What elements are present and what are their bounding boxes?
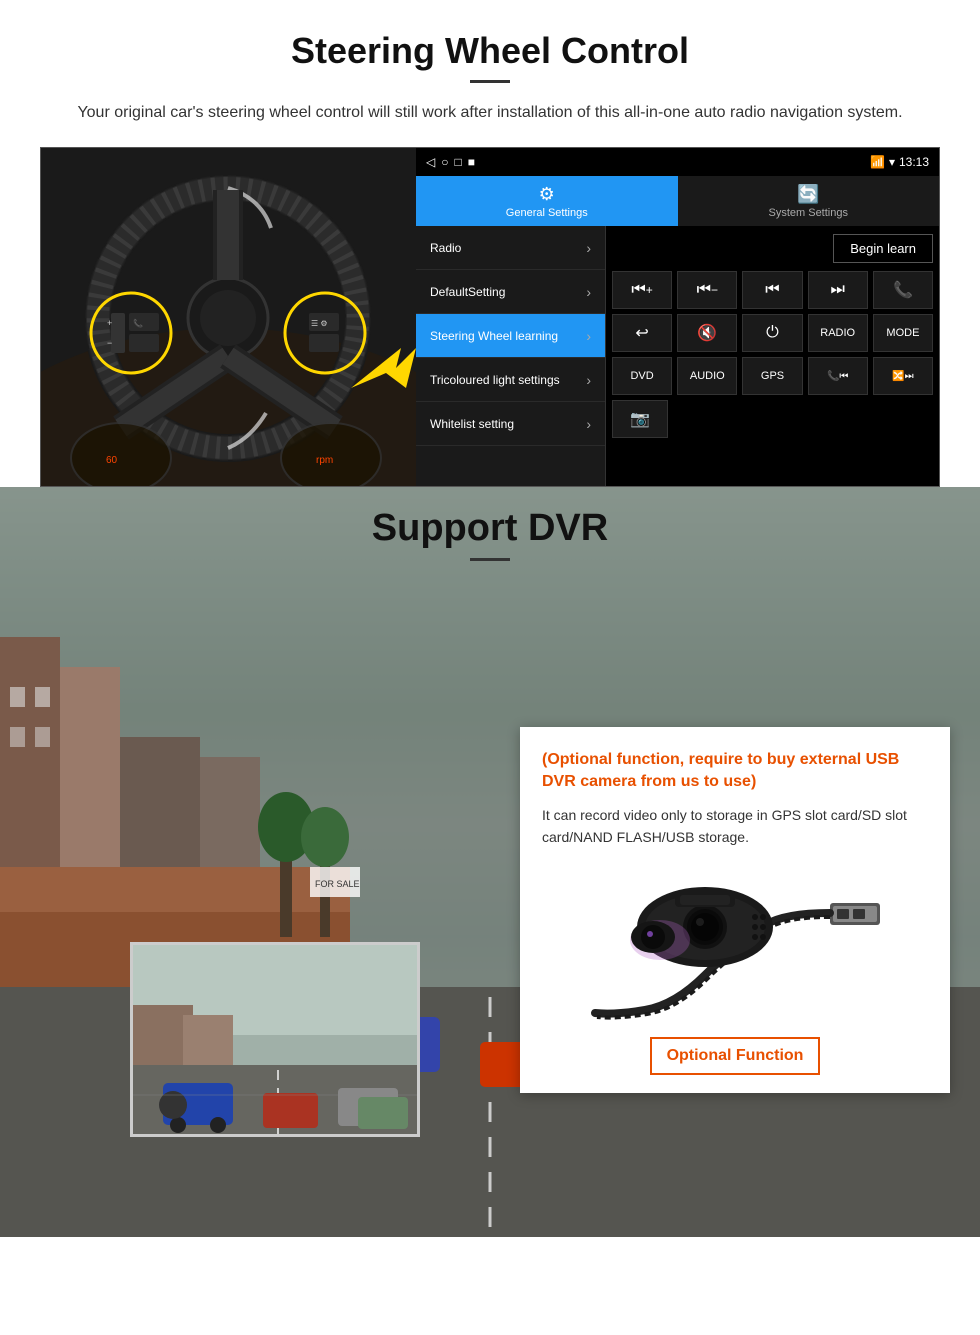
steering-divider [470,80,510,83]
tab-system-settings[interactable]: 🔄 System Settings [678,176,940,226]
menu-tricoloured-arrow: › [586,372,591,388]
home-icon: ○ [441,155,448,169]
tab-general-label: General Settings [506,207,588,219]
dvr-info-card: (Optional function, require to buy exter… [520,727,950,1093]
ctrl-mode[interactable]: MODE [873,314,933,352]
wifi-icon: ▾ [889,155,895,169]
menu-steering-arrow: › [586,328,591,344]
ctrl-next[interactable]: ⏭ [808,271,868,309]
dvr-divider [470,558,510,561]
ctrl-gps[interactable]: GPS [742,357,802,395]
android-content: Radio › DefaultSetting › Steering Wheel … [416,226,939,486]
svg-text:60: 60 [106,455,118,466]
ctrl-call-prev[interactable]: 📞⏮ [808,357,868,395]
dvr-preview-inner [133,945,417,1134]
back-icon: ◁ [426,155,435,169]
ctrl-camera[interactable]: 📷 [612,400,668,438]
ctrl-vol-up[interactable]: ⏮+ [612,271,672,309]
tab-general-settings[interactable]: ⚙ General Settings [416,176,678,226]
dvr-camera-illustration [542,863,928,1023]
steering-title: Steering Wheel Control [40,30,940,72]
menu-radio-arrow: › [586,240,591,256]
control-row-3: DVD AUDIO GPS 📞⏮ 🔀⏭ [612,357,933,395]
ctrl-back[interactable]: ↩ [612,314,672,352]
menu-item-whitelist[interactable]: Whitelist setting › [416,402,605,446]
menu-steering-label: Steering Wheel learning [430,329,558,343]
ctrl-dvd[interactable]: DVD [612,357,672,395]
recents-icon: □ [454,155,461,169]
dvr-title: Support DVR [0,507,980,550]
menu-tricoloured-label: Tricoloured light settings [430,373,560,387]
camera-svg [585,865,885,1020]
settings-icon: ⚙ [539,184,555,205]
android-screen: ◁ ○ □ ■ 📶 ▾ 13:13 ⚙ General Settings [416,148,939,486]
dvr-small-preview [130,942,420,1137]
android-right-panel: Begin learn ⏮+ ⏮− ⏮ ⏭ 📞 ↩ [606,226,939,486]
android-mockup: + − 📞 ☰ ⚙ 60 rpm [40,147,940,487]
begin-learn-button[interactable]: Begin learn [833,234,933,263]
signal-icon: 📶 [870,155,885,169]
optional-function-button[interactable]: Optional Function [650,1037,820,1075]
ctrl-vol-down[interactable]: ⏮− [677,271,737,309]
menu-defaultsetting-label: DefaultSetting [430,285,505,299]
menu-radio-label: Radio [430,241,461,255]
menu-item-tricoloured[interactable]: Tricoloured light settings › [416,358,605,402]
control-row-1: ⏮+ ⏮− ⏮ ⏭ 📞 [612,271,933,309]
steering-wheel-svg: + − 📞 ☰ ⚙ 60 rpm [41,148,416,487]
svg-text:☰ ⚙: ☰ ⚙ [311,319,328,328]
menu-defaultsetting-arrow: › [586,284,591,300]
statusbar-status: 📶 ▾ 13:13 [870,155,929,169]
menu-whitelist-label: Whitelist setting [430,417,514,431]
dvr-background: FOR SALE Support DVR [0,487,980,1237]
android-tabs: ⚙ General Settings 🔄 System Settings [416,176,939,226]
dvr-desc-text: It can record video only to storage in G… [542,804,928,849]
tab-system-label: System Settings [769,207,848,219]
steering-photo: + − 📞 ☰ ⚙ 60 rpm [41,148,416,487]
ctrl-audio[interactable]: AUDIO [677,357,737,395]
svg-text:📞: 📞 [133,318,143,328]
ctrl-shuffle-next[interactable]: 🔀⏭ [873,357,933,395]
system-icon: 🔄 [797,184,819,205]
ctrl-prev[interactable]: ⏮ [742,271,802,309]
svg-text:+: + [107,318,112,328]
ctrl-power[interactable]: ⏻ [742,314,802,352]
dvr-optional-text: (Optional function, require to buy exter… [542,749,928,794]
control-row-2: ↩ 🔇 ⏻ RADIO MODE [612,314,933,352]
steering-subtitle: Your original car's steering wheel contr… [40,101,940,125]
dvr-title-block: Support DVR [0,507,980,561]
menu-item-defaultsetting[interactable]: DefaultSetting › [416,270,605,314]
begin-learn-row: Begin learn [612,234,933,263]
android-statusbar: ◁ ○ □ ■ 📶 ▾ 13:13 [416,148,939,176]
svg-text:−: − [107,338,112,348]
menu-item-radio[interactable]: Radio › [416,226,605,270]
control-row-4: 📷 [612,400,933,438]
android-menu: Radio › DefaultSetting › Steering Wheel … [416,226,606,486]
section-dvr: FOR SALE Support DVR [0,487,980,1257]
statusbar-nav-icons: ◁ ○ □ ■ [426,155,475,169]
menu-item-steering-wheel[interactable]: Steering Wheel learning › [416,314,605,358]
ctrl-call[interactable]: 📞 [873,271,933,309]
ctrl-mute[interactable]: 🔇 [677,314,737,352]
svg-text:rpm: rpm [316,455,333,466]
preview-scene-svg [133,945,420,1137]
statusbar-time: 13:13 [899,155,929,169]
section-steering: Steering Wheel Control Your original car… [0,0,980,487]
menu-icon: ■ [468,155,475,169]
control-grid: ⏮+ ⏮− ⏮ ⏭ 📞 ↩ 🔇 ⏻ RADIO MODE [612,271,933,438]
menu-whitelist-arrow: › [586,416,591,432]
ctrl-radio[interactable]: RADIO [808,314,868,352]
